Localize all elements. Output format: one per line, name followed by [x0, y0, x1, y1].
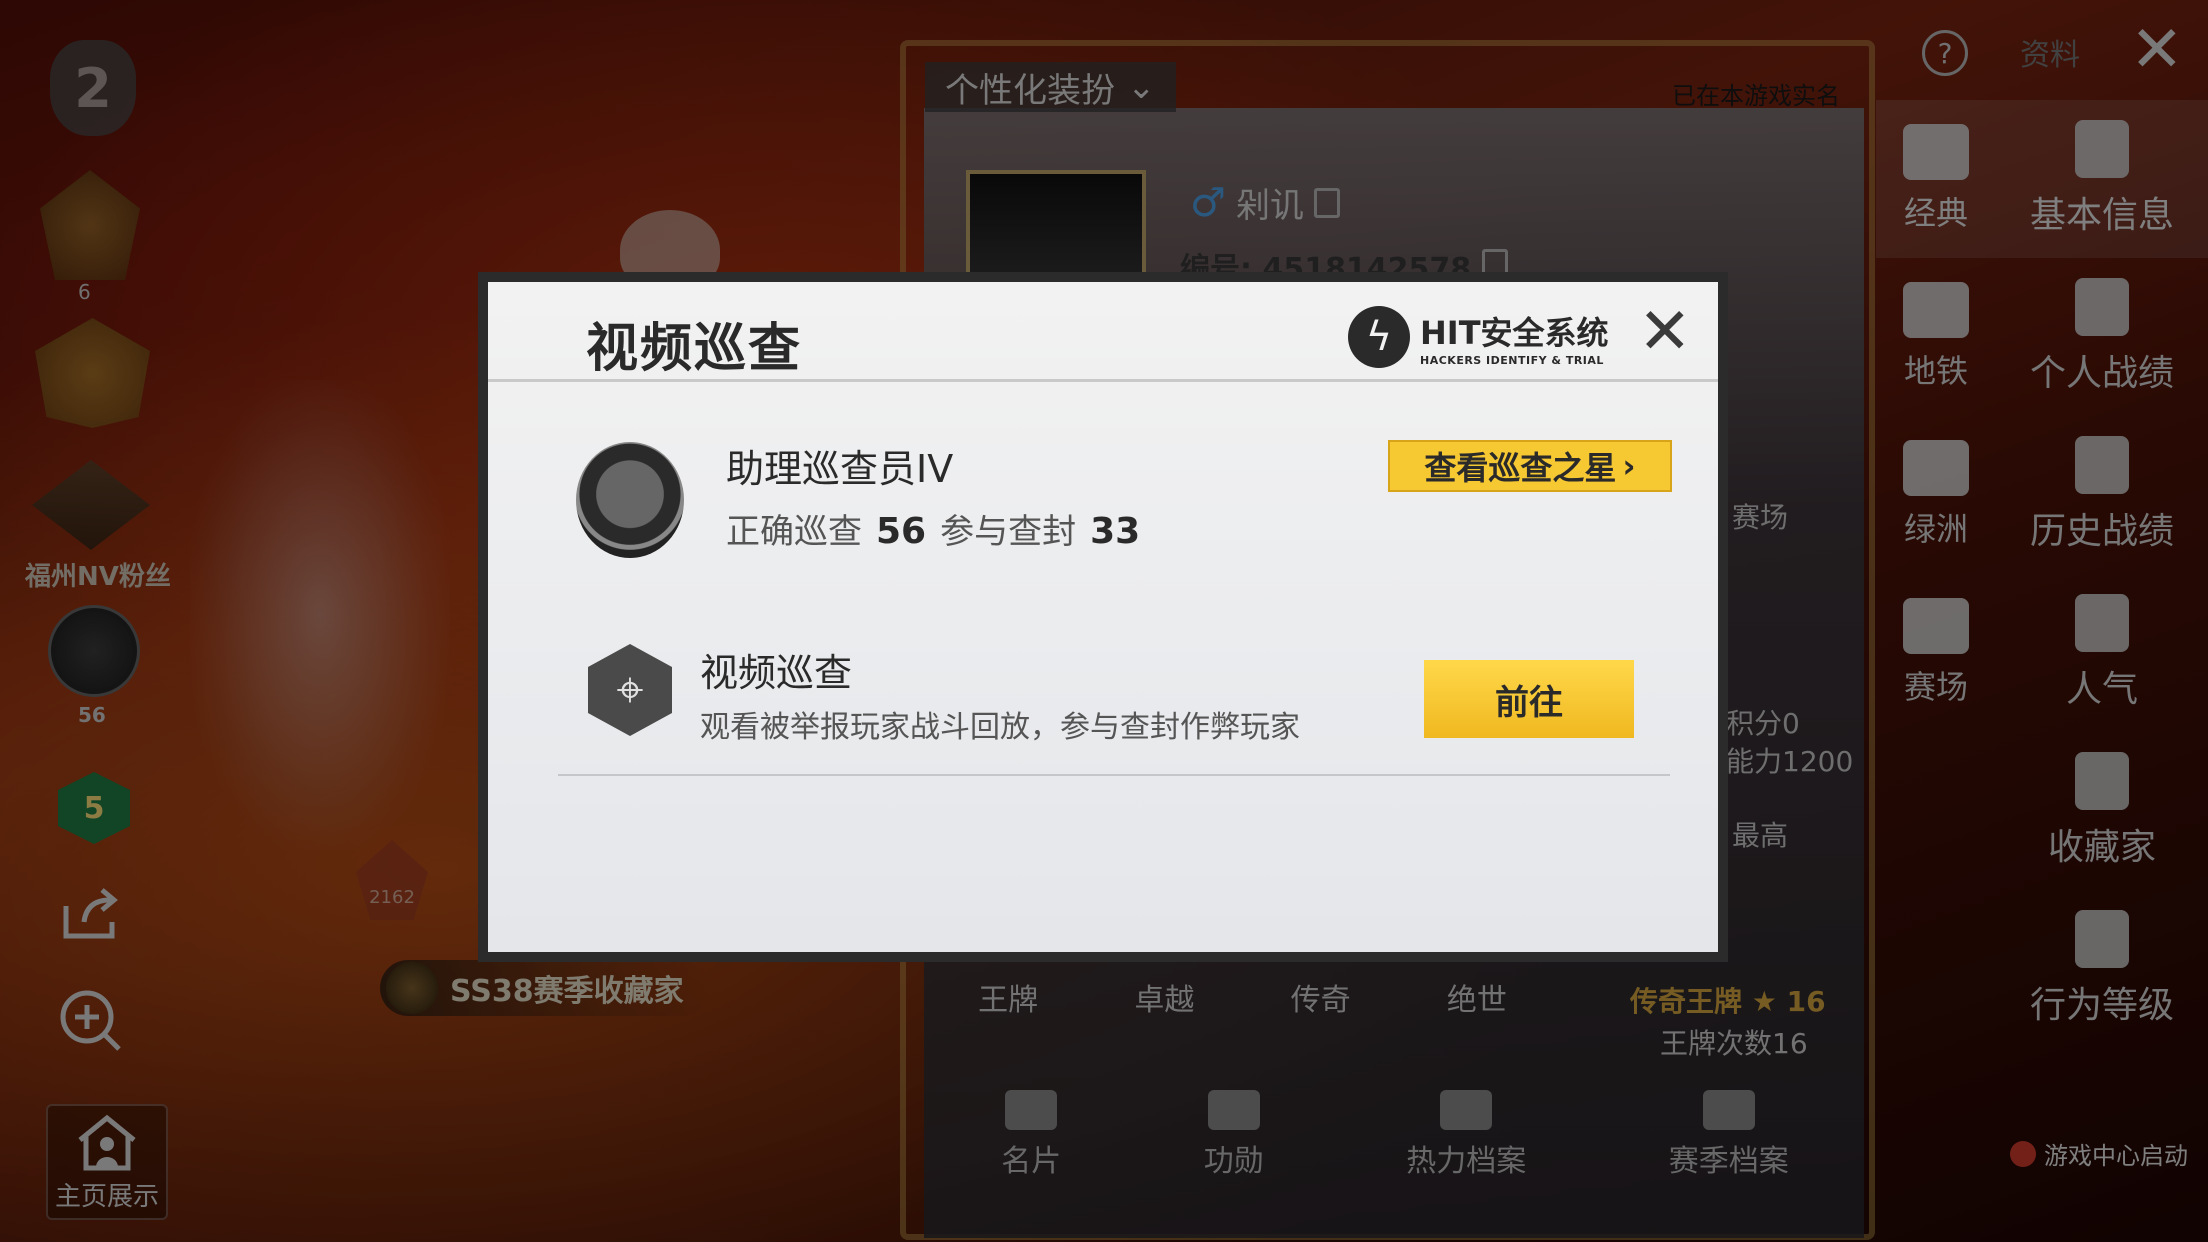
view-patrol-stars-label: 查看巡查之星 — [1424, 449, 1617, 487]
modal-close-button[interactable]: ✕ — [1638, 300, 1692, 364]
modal-body: 视频巡查 ϟ HIT安全系统 HACKERS IDENTIFY & TRIAL … — [488, 282, 1718, 952]
crosshair-icon: ⌖ — [588, 644, 672, 736]
modal-title: 视频巡查 — [586, 319, 803, 379]
banned-label: 参与查封 — [940, 512, 1077, 552]
lightning-icon: ϟ — [1348, 306, 1410, 368]
correct-patrol-label: 正确巡查 — [726, 512, 862, 552]
view-patrol-stars-button[interactable]: 查看巡查之星 › — [1388, 440, 1672, 492]
correct-patrol-value: 56 — [876, 511, 927, 552]
chevron-right-icon: › — [1622, 447, 1636, 485]
go-button[interactable]: 前往 — [1424, 660, 1634, 738]
patrol-rank-title: 助理巡查员IV — [726, 447, 954, 491]
divider — [558, 774, 1670, 776]
video-patrol-modal: 视频巡查 ϟ HIT安全系统 HACKERS IDENTIFY & TRIAL … — [478, 272, 1728, 962]
brand-subtitle: HACKERS IDENTIFY & TRIAL — [1420, 353, 1604, 367]
patrol-stats: 正确巡查 56 参与查封 33 — [726, 504, 1140, 553]
patrol-rank-badge-icon — [576, 442, 684, 558]
video-patrol-item-title: 视频巡查 — [700, 651, 853, 695]
brand-name: HIT安全系统 — [1420, 313, 1609, 352]
modal-header: 视频巡查 ϟ HIT安全系统 HACKERS IDENTIFY & TRIAL … — [488, 282, 1718, 382]
video-patrol-item-desc: 观看被举报玩家战斗回放，参与查封作弊玩家 — [700, 710, 1300, 745]
hit-security-logo: ϟ HIT安全系统 HACKERS IDENTIFY & TRIAL — [1348, 306, 1609, 368]
banned-value: 33 — [1090, 511, 1141, 552]
